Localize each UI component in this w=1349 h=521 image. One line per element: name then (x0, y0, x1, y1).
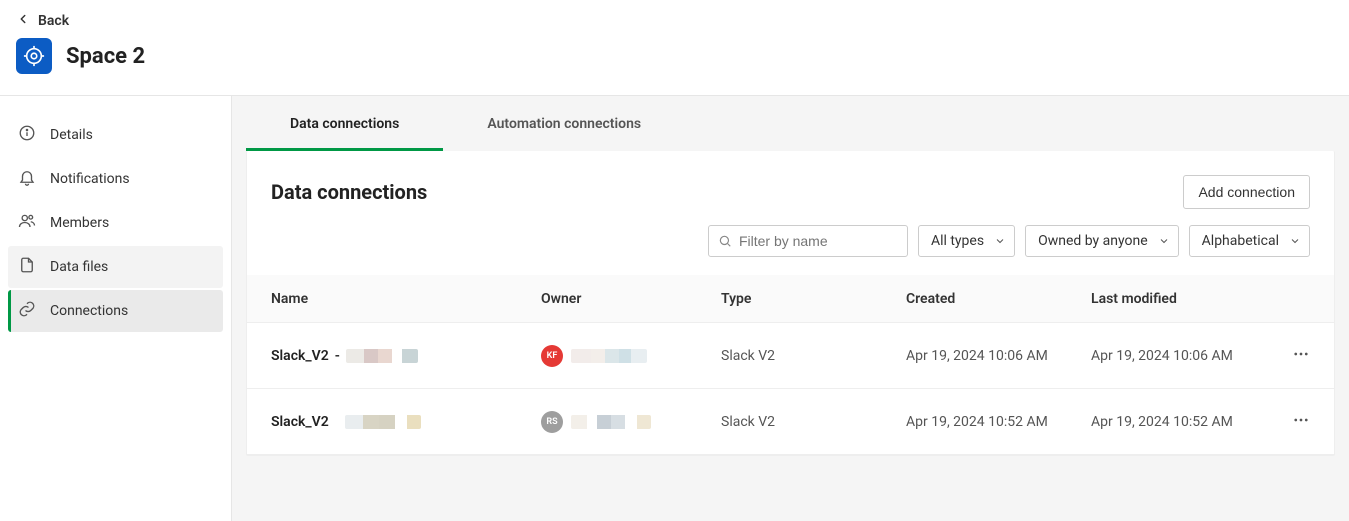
filters-row: All types Owned by anyone Alphabetical (247, 219, 1334, 275)
sidebar-item-label: Notifications (50, 171, 130, 187)
add-connection-button[interactable]: Add connection (1183, 175, 1310, 209)
cell-type: Slack V2 (721, 414, 906, 430)
cell-type: Slack V2 (721, 348, 906, 364)
avatar: KF (541, 345, 563, 367)
filter-type-dropdown[interactable]: All types (918, 225, 1015, 257)
connections-icon (18, 300, 36, 322)
tab-label: Data connections (290, 116, 399, 132)
col-modified[interactable]: Last modified (1091, 291, 1276, 307)
search-input[interactable] (708, 225, 908, 257)
filter-owner-dropdown[interactable]: Owned by anyone (1025, 225, 1179, 257)
file-icon (18, 256, 36, 278)
name-suffix: - (335, 348, 340, 364)
row-menu-button[interactable] (1292, 351, 1310, 367)
topbar: Back Space 2 (0, 0, 1349, 96)
panel-title: Data connections (271, 180, 427, 204)
redacted-text (571, 349, 647, 363)
col-owner[interactable]: Owner (541, 291, 721, 307)
sidebar-item-notifications[interactable]: Notifications (8, 158, 223, 200)
tab-data-connections[interactable]: Data connections (246, 96, 443, 151)
connection-name: Slack_V2 (271, 348, 329, 364)
col-type[interactable]: Type (721, 291, 906, 307)
more-horizontal-icon (1292, 417, 1310, 433)
cell-created: Apr 19, 2024 10:52 AM (906, 414, 1091, 430)
sidebar: Details Notifications Members Data files… (0, 96, 232, 521)
space-icon (16, 38, 52, 74)
col-name[interactable]: Name (271, 291, 541, 307)
sidebar-item-members[interactable]: Members (8, 202, 223, 244)
redacted-text (345, 415, 421, 429)
button-label: Add connection (1198, 184, 1295, 200)
title-row: Space 2 (16, 38, 1333, 74)
bell-icon (18, 168, 36, 190)
tab-automation-connections[interactable]: Automation connections (443, 96, 685, 151)
tabs: Data connections Automation connections (246, 96, 1335, 151)
dropdown-label: Alphabetical (1202, 233, 1279, 249)
sidebar-item-datafiles[interactable]: Data files (8, 246, 223, 288)
cell-modified: Apr 19, 2024 10:52 AM (1091, 414, 1276, 430)
page-title: Space 2 (66, 44, 145, 69)
cell-name: Slack_V2 - (271, 348, 541, 364)
col-created[interactable]: Created (906, 291, 1091, 307)
avatar: RS (541, 411, 563, 433)
table-head: Name Owner Type Created Last modified (247, 275, 1334, 323)
cell-created: Apr 19, 2024 10:06 AM (906, 348, 1091, 364)
search-wrap (708, 225, 908, 257)
members-icon (18, 212, 36, 234)
sidebar-item-connections[interactable]: Connections (8, 290, 223, 332)
main: Data connections Automation connections … (232, 96, 1349, 521)
redacted-text (346, 349, 418, 363)
sidebar-item-label: Details (50, 127, 93, 143)
more-horizontal-icon (1292, 351, 1310, 367)
chevron-left-icon (16, 12, 30, 30)
back-button[interactable]: Back (16, 12, 1333, 30)
cell-name: Slack_V2 (271, 414, 541, 430)
sidebar-item-label: Data files (50, 259, 108, 275)
sidebar-item-label: Connections (50, 303, 128, 319)
redacted-text (571, 415, 651, 429)
connection-name: Slack_V2 (271, 414, 329, 430)
cell-owner: KF (541, 345, 721, 367)
panel: Data connections Add connection All type… (246, 151, 1335, 456)
table-row[interactable]: Slack_V2 - KF Slack V2 Apr 19, 2024 10:0… (247, 323, 1334, 389)
back-label: Back (38, 13, 69, 29)
info-icon (18, 124, 36, 146)
connections-table: Name Owner Type Created Last modified Sl… (247, 275, 1334, 455)
sidebar-item-label: Members (50, 215, 109, 231)
table-row[interactable]: Slack_V2 RS Slack V2 Apr 19, 2024 10:52 … (247, 389, 1334, 455)
cell-modified: Apr 19, 2024 10:06 AM (1091, 348, 1276, 364)
cell-owner: RS (541, 411, 721, 433)
row-menu-button[interactable] (1292, 417, 1310, 433)
dropdown-label: Owned by anyone (1038, 233, 1148, 249)
dropdown-label: All types (931, 233, 984, 249)
sidebar-item-details[interactable]: Details (8, 114, 223, 156)
filter-sort-dropdown[interactable]: Alphabetical (1189, 225, 1310, 257)
tab-label: Automation connections (487, 116, 641, 132)
